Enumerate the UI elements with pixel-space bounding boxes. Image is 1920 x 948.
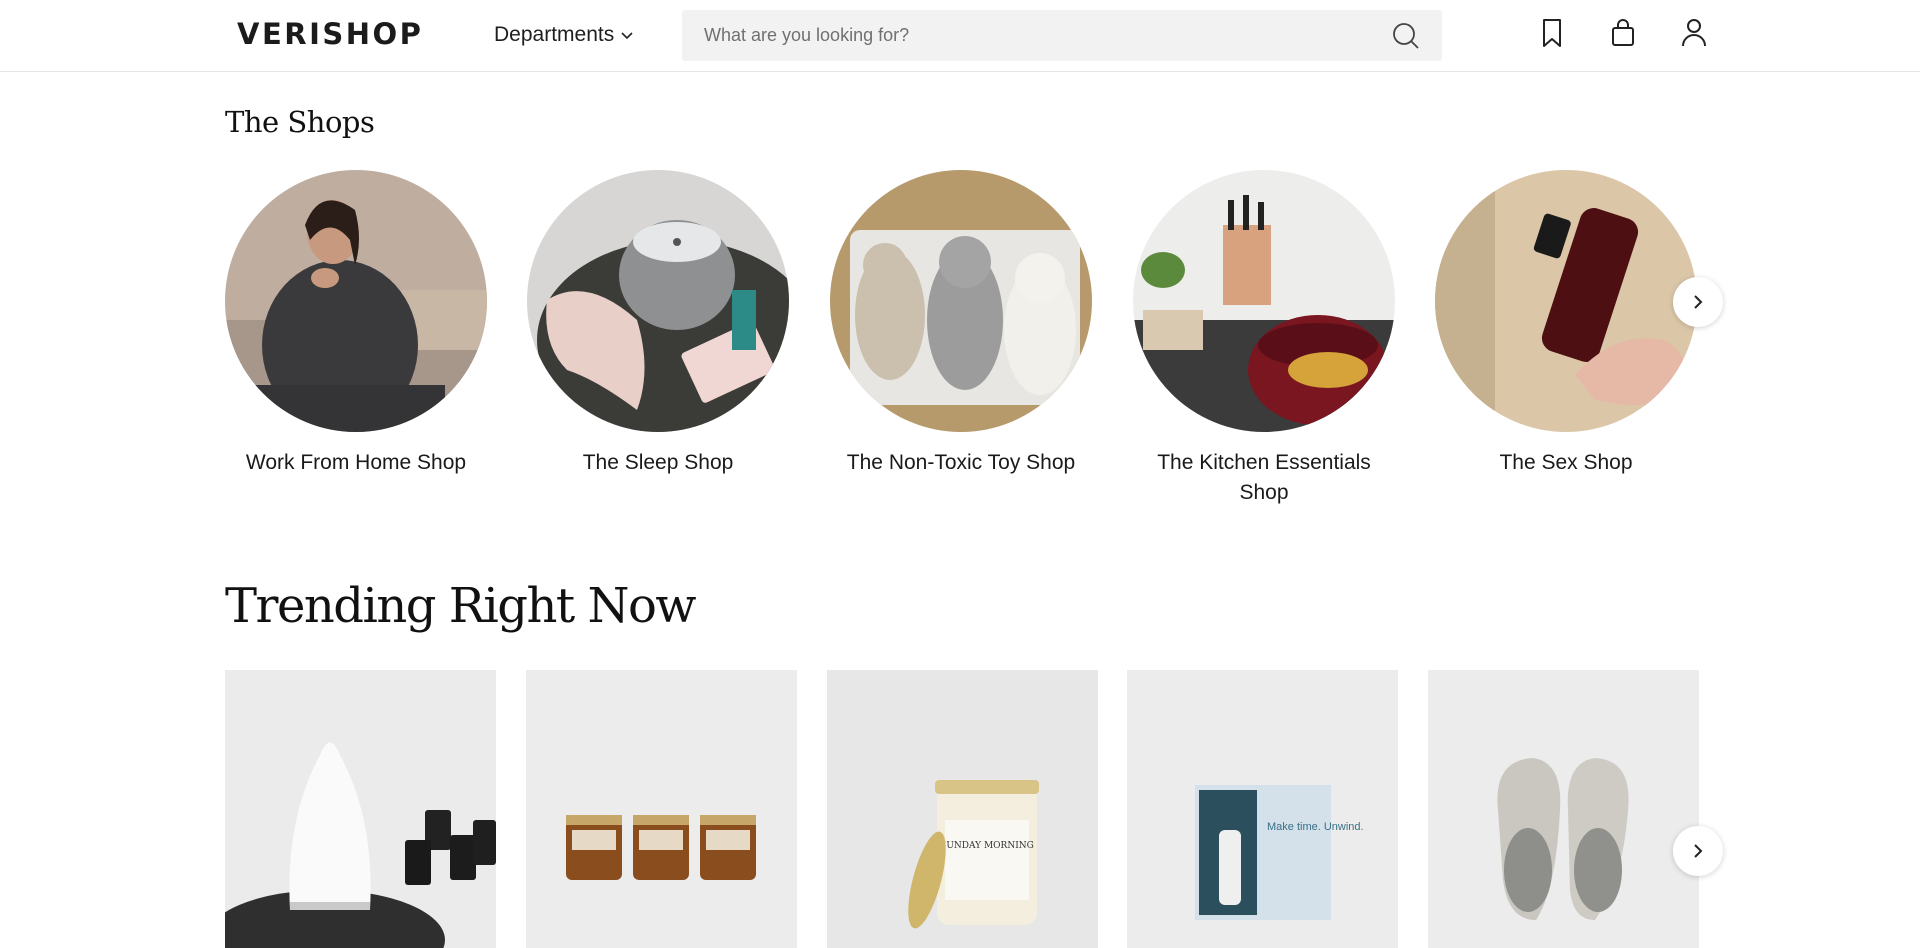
shop-image-sleep [527,170,789,432]
shop-label: Work From Home Shop [245,451,467,474]
user-icon[interactable] [1680,17,1708,49]
site-header: VERISHOP Departments [0,0,1920,72]
product-card-boxed-diffuser[interactable]: Make time. Unwind. [1127,670,1398,948]
shop-card-sleep[interactable]: The Sleep Shop [527,170,789,478]
verishop-logo[interactable]: VERISHOP [237,17,423,51]
shop-card-non-toxic-toy[interactable]: The Non-Toxic Toy Shop [830,170,1092,478]
product-image [225,670,496,948]
departments-menu-button[interactable]: Departments [494,21,634,49]
shop-card-kitchen-essentials[interactable]: The Kitchen Essentials Shop [1133,170,1395,508]
shop-image-sex [1435,170,1697,432]
shops-section-title: The Shops [225,105,375,139]
product-image [1428,670,1699,948]
shop-label: The Sleep Shop [582,451,734,474]
chevron-right-icon [1694,295,1703,309]
shop-label: The Sex Shop [1499,451,1633,474]
shop-image-non-toxic-toy [830,170,1092,432]
chevron-right-icon [1694,844,1703,858]
search-input[interactable] [682,10,1362,61]
shop-label: The Kitchen Essentials Shop [1157,451,1371,504]
departments-label: Departments [494,23,615,46]
trending-next-button[interactable] [1673,826,1723,876]
shopping-bag-icon[interactable] [1609,17,1637,49]
product-image: Make time. Unwind. [1127,670,1398,948]
candle-label-text: SUNDAY MORNING [940,841,1034,851]
bookmark-icon[interactable] [1538,17,1566,49]
product-card-sunday-morning-candle[interactable]: SUNDAY MORNING [827,670,1098,948]
product-image [526,670,797,948]
shop-image-work-from-home [225,170,487,432]
chevron-down-icon [621,32,633,40]
product-card-slippers[interactable] [1428,670,1699,948]
search-bar [682,10,1442,61]
product-card-diffuser[interactable] [225,670,496,948]
shop-label: The Non-Toxic Toy Shop [846,451,1076,474]
shops-next-button[interactable] [1673,277,1723,327]
shop-card-work-from-home[interactable]: Work From Home Shop [225,170,487,478]
trending-section-title: Trending Right Now [225,578,696,634]
product-card-candles[interactable] [526,670,797,948]
shop-image-kitchen-essentials [1133,170,1395,432]
box-label-text: Make time. Unwind. [1267,821,1364,833]
search-icon[interactable] [1392,22,1420,50]
product-image: SUNDAY MORNING [827,670,1098,948]
shop-card-sex[interactable]: The Sex Shop [1435,170,1697,478]
